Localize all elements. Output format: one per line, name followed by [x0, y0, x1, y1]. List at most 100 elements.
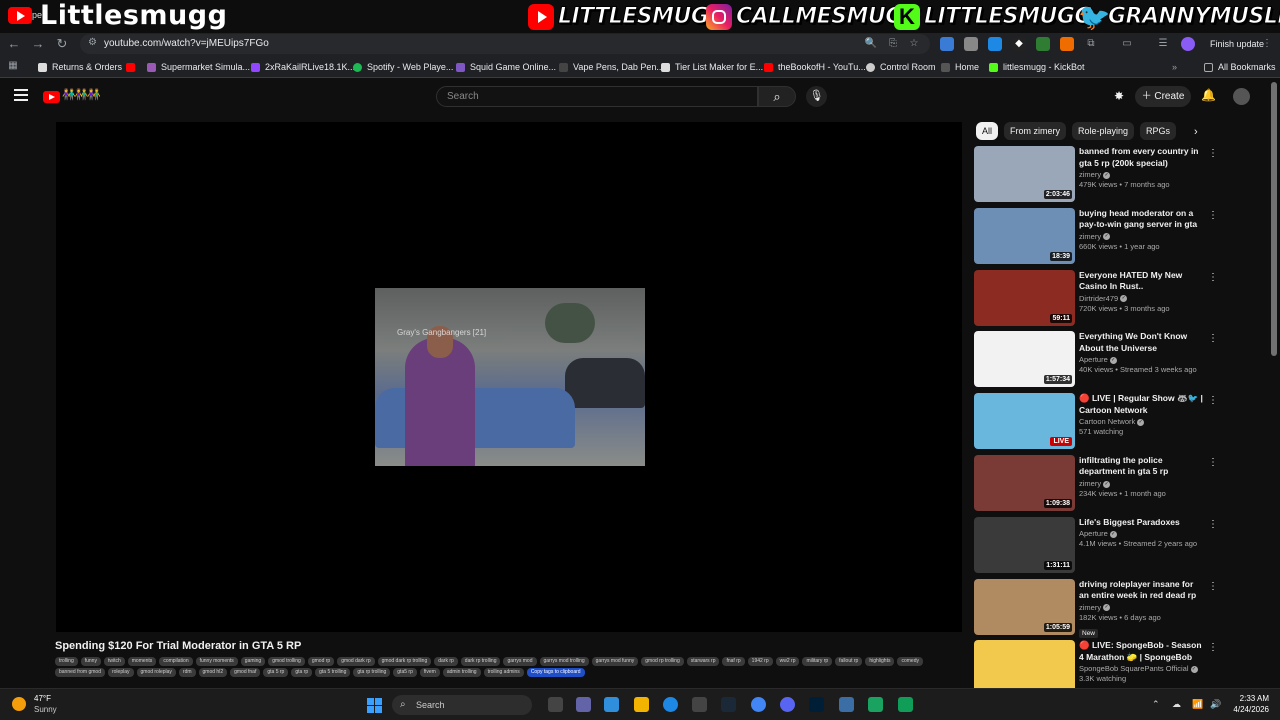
extension-icon[interactable] [940, 37, 954, 51]
more-options-icon[interactable]: ⋮ [1208, 210, 1218, 221]
video-tag[interactable]: gmod rp [307, 657, 335, 666]
channel-name[interactable]: Aperture ✓ [1079, 355, 1204, 364]
steam-icon[interactable] [721, 697, 736, 712]
video-tag[interactable]: gta rp [291, 668, 313, 677]
more-options-icon[interactable]: ⋮ [1208, 395, 1218, 406]
puzzle-extensions-icon[interactable]: ⧉ [1084, 37, 1098, 51]
page-scrollbar[interactable] [1271, 82, 1277, 356]
video-tag[interactable]: funny [80, 657, 101, 666]
video-tag[interactable]: dark rp [434, 657, 458, 666]
bookmark-item[interactable]: Returns & Orders [38, 60, 122, 74]
recommendation-title[interactable]: banned from every country in gta 5 rp (2… [1079, 146, 1204, 169]
recommendation-item[interactable]: 18:39 buying head moderator on a pay-to-… [974, 207, 1218, 270]
menu-hamburger-icon[interactable] [14, 89, 28, 101]
bookmark-item[interactable]: littlesmugg - KickBot [989, 60, 1085, 74]
video-tag[interactable]: gmod rp trolling [641, 657, 684, 666]
browser-menu-icon[interactable]: ⋮ [1260, 37, 1274, 51]
chevron-right-icon[interactable]: › [1194, 126, 1198, 138]
teams-icon[interactable] [576, 697, 591, 712]
bookmark-item[interactable]: theBookofH - YouTu... [764, 60, 866, 74]
bookmark-item[interactable]: Supermarket Simula... [147, 60, 250, 74]
tray-chevron-icon[interactable]: ⌃ [1152, 699, 1160, 710]
extension-icon[interactable] [1060, 37, 1074, 51]
recommendation-item[interactable]: LIVE 🔴 LIVE | Regular Show 🦝🐦 | Cartoon … [974, 393, 1218, 455]
video-frame[interactable]: Gray's Gangbangers [21] [375, 288, 645, 466]
bookmark-item[interactable] [126, 60, 140, 74]
bookmark-item[interactable]: Control Room [866, 60, 936, 74]
video-tag[interactable]: highlights [865, 657, 895, 666]
copilot-icon[interactable] [604, 697, 619, 712]
bookmark-item[interactable]: Spotify - Web Playe... [353, 60, 453, 74]
video-tag[interactable]: gmod roleplay [136, 668, 176, 677]
windows-start-icon[interactable] [367, 698, 382, 713]
video-tag[interactable]: gmod trolling [268, 657, 305, 666]
video-tag[interactable]: garrys mod [503, 657, 537, 666]
account-avatar[interactable] [1233, 88, 1250, 105]
tab-search-icon[interactable]: ▭ [1120, 37, 1134, 51]
video-tag[interactable]: gta5 rp [393, 668, 417, 677]
video-tag[interactable]: garrys mod funny [591, 657, 639, 666]
video-tag[interactable]: admin trolling [442, 668, 481, 677]
more-options-icon[interactable]: ⋮ [1208, 272, 1218, 283]
recommendation-item[interactable]: 2:03:46 banned from every country in gta… [974, 146, 1218, 208]
reading-list-icon[interactable]: ☰ [1156, 37, 1170, 51]
video-tag[interactable]: gmod dark rp trolling [377, 657, 432, 666]
more-options-icon[interactable]: ⋮ [1208, 333, 1218, 344]
video-thumbnail[interactable]: 1:31:11 [974, 516, 1075, 573]
copy-tags-button[interactable]: Copy tags to clipboard [526, 668, 585, 677]
video-tag[interactable]: banned from gmod [55, 668, 105, 677]
video-thumbnail[interactable]: 59:11 [974, 269, 1075, 326]
channel-name[interactable]: Cartoon Network ✓ [1079, 417, 1204, 426]
video-tag[interactable]: twitch [103, 657, 125, 666]
channel-name[interactable]: Dirtrider479 ✓ [1079, 294, 1204, 303]
video-tag[interactable]: rdm [178, 668, 196, 677]
recommendation-item[interactable]: 1:05:59 driving roleplayer insane for an… [974, 578, 1218, 641]
video-thumbnail[interactable]: LIVE [974, 393, 1075, 450]
bookmark-item[interactable]: Tier List Maker for E... [661, 60, 763, 74]
channel-name[interactable]: SpongeBob SquarePants Official ✓ [1079, 664, 1204, 673]
video-tag[interactable]: military rp [802, 657, 833, 666]
recommendation-title[interactable]: 🔴 LIVE: SpongeBob - Season 4 Marathon 🧽 … [1079, 640, 1204, 663]
more-options-icon[interactable]: ⋮ [1208, 457, 1218, 468]
clock-date[interactable]: 4/24/2026 [1215, 705, 1269, 714]
video-tag[interactable]: gaming [240, 657, 266, 666]
recommendation-title[interactable]: Life's Biggest Paradoxes [1079, 517, 1204, 529]
video-thumbnail[interactable]: 1:57:34 [974, 331, 1075, 388]
video-tag[interactable]: ww2 rp [775, 657, 800, 666]
extension-icon[interactable]: ◆ [1012, 37, 1026, 51]
more-options-icon[interactable]: ⋮ [1208, 581, 1218, 592]
video-tag[interactable]: gmod fnaf [230, 668, 261, 677]
video-tag[interactable]: funny moments [195, 657, 238, 666]
more-options-icon[interactable]: ⋮ [1208, 642, 1218, 653]
recommendation-title[interactable]: Everything We Don't Know About the Unive… [1079, 331, 1204, 354]
chip-all[interactable]: All [976, 122, 999, 140]
more-options-icon[interactable]: ⋮ [1208, 148, 1218, 159]
edge-icon[interactable] [663, 697, 678, 712]
recommendation-item[interactable]: 1:09:38 infiltrating the police departme… [974, 454, 1218, 517]
microphone-icon[interactable]: 🎙 [806, 86, 827, 107]
extension-icon[interactable] [988, 37, 1002, 51]
cast-icon[interactable]: ⎘ [886, 37, 900, 51]
site-info-icon[interactable]: ⚙ [88, 37, 97, 48]
video-thumbnail[interactable]: 1:09:38 [974, 454, 1075, 511]
profile-avatar[interactable] [1181, 37, 1195, 51]
chip-role-playing[interactable]: Role-playing [1072, 122, 1135, 140]
video-thumbnail[interactable]: 2:03:46 [974, 146, 1075, 202]
clock-time[interactable]: 2:33 AM [1227, 694, 1269, 703]
youtube-logo-icon[interactable] [43, 91, 60, 103]
cloud-icon[interactable]: ☁ [1172, 699, 1181, 710]
task-view-icon[interactable] [548, 697, 563, 712]
photoshop-icon[interactable] [809, 697, 824, 712]
app-icon[interactable] [868, 697, 883, 712]
video-tag[interactable]: compilation [159, 657, 193, 666]
video-tag[interactable]: moments [127, 657, 157, 666]
forward-arrow-icon[interactable]: → [30, 36, 46, 52]
taskbar-search[interactable]: ⌕ Search [392, 695, 532, 715]
app-icon[interactable] [898, 697, 913, 712]
recommendation-item[interactable]: 1:31:11 Life's Biggest Paradoxes Apertur… [974, 516, 1218, 579]
channel-name[interactable]: Aperture ✓ [1079, 529, 1204, 538]
discord-icon[interactable] [780, 697, 795, 712]
bookmark-item[interactable]: Vape Pens, Dab Pen... [559, 60, 664, 74]
search-button[interactable]: ⌕ [758, 86, 796, 107]
video-tag[interactable]: dark rp trolling [460, 657, 501, 666]
